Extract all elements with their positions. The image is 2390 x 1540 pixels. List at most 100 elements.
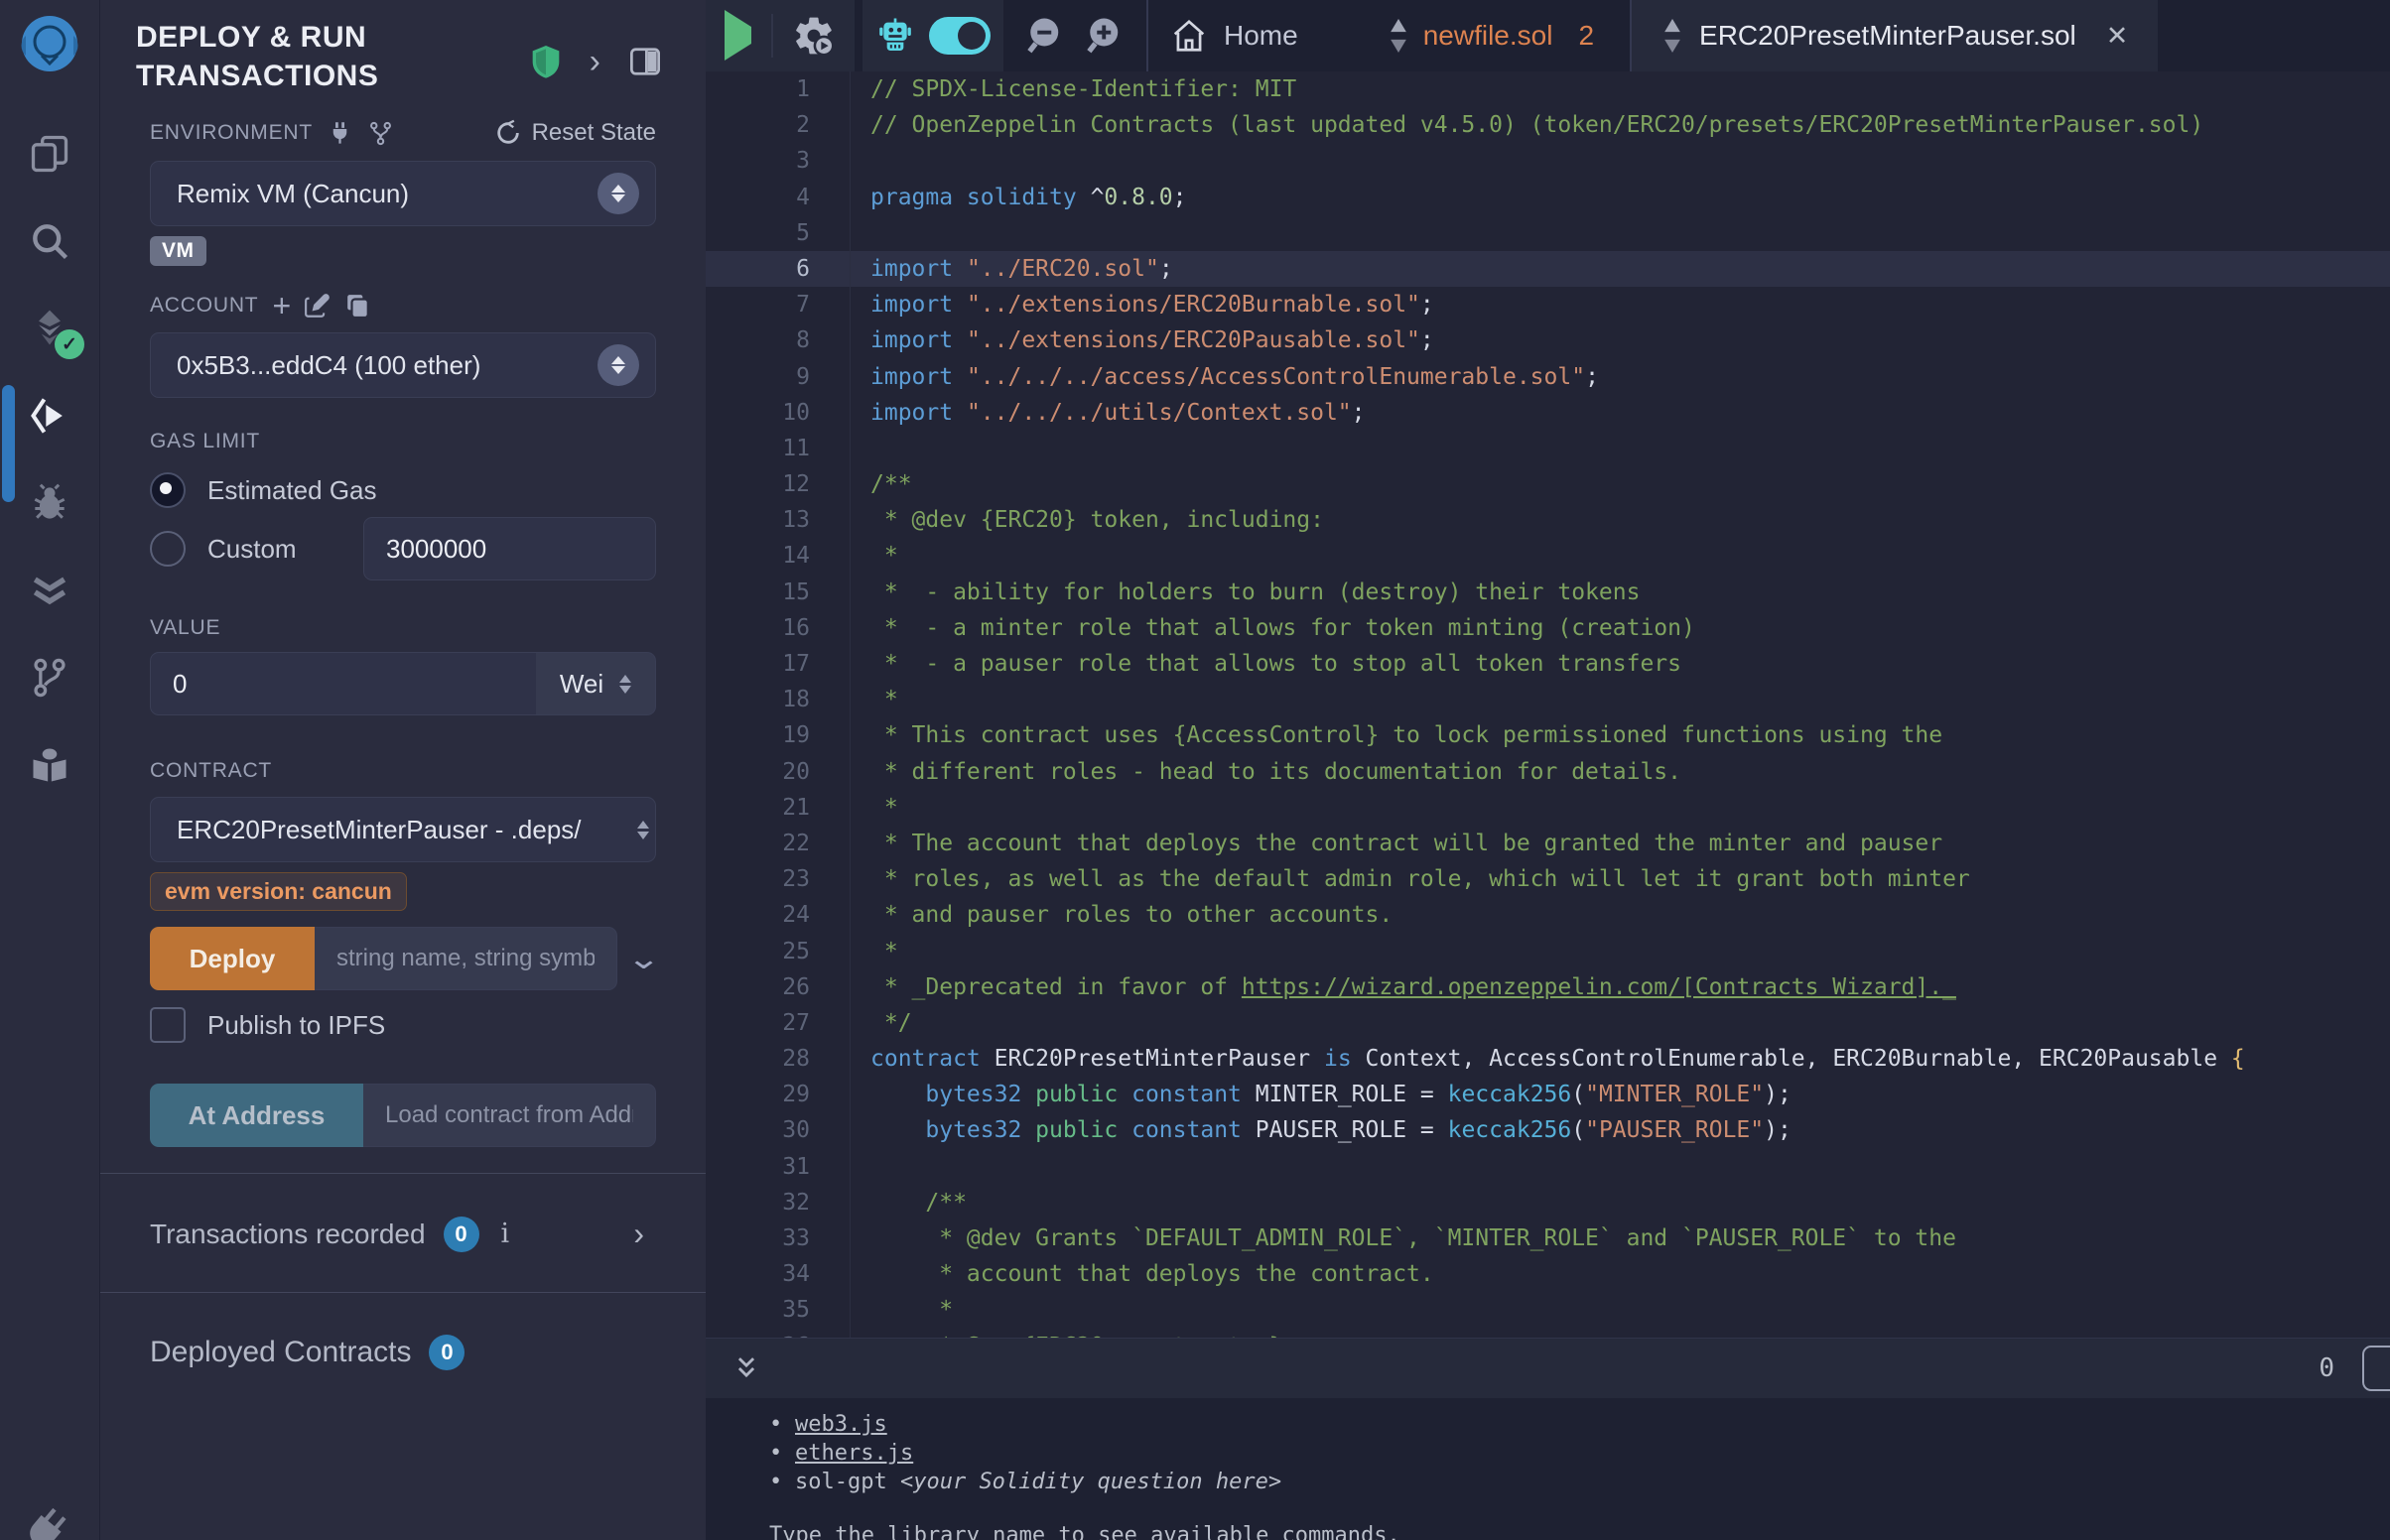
- code-line: bytes32 public constant PAUSER_ROLE = ke…: [851, 1112, 2390, 1148]
- ai-copilot-toggle[interactable]: [929, 17, 991, 55]
- deploy-and-run-icon[interactable]: [27, 393, 72, 439]
- terminal-search-box[interactable]: [2362, 1346, 2390, 1391]
- select-arrows-icon: [598, 173, 639, 214]
- select-arrows-icon: [637, 821, 649, 839]
- terminal-toolbar: 0: [706, 1338, 2390, 1398]
- expand-transactions-icon[interactable]: ›: [633, 1216, 644, 1252]
- code-lines: // SPDX-License-Identifier: MIT// OpenZe…: [850, 71, 2390, 1338]
- deploy-button[interactable]: Deploy: [150, 927, 315, 990]
- icon-rail: ✓: [0, 0, 100, 1540]
- deploy-run-panel: DEPLOY & RUN TRANSACTIONS › ENVIRONMENT: [100, 0, 706, 1540]
- code-line: * See {ERC20-constructor}.: [851, 1329, 2390, 1338]
- publish-ipfs-label: Publish to IPFS: [207, 1010, 385, 1041]
- tab-newfile[interactable]: newfile.sol 2: [1328, 19, 1630, 53]
- file-explorer-icon[interactable]: [27, 131, 72, 177]
- code-line: import "../extensions/ERC20Burnable.sol"…: [851, 287, 2390, 322]
- active-plugin-indicator: [2, 385, 15, 502]
- at-address-button[interactable]: At Address: [150, 1084, 363, 1147]
- code-line: import "../ERC20.sol";: [851, 251, 2390, 287]
- gas-limit-label: GAS LIMIT: [150, 430, 260, 453]
- info-icon[interactable]: i: [501, 1219, 510, 1249]
- tab-home[interactable]: Home: [1148, 17, 1328, 55]
- deployed-contracts-row: Deployed Contracts 0: [100, 1293, 706, 1410]
- value-unit-select[interactable]: Wei: [536, 652, 656, 715]
- search-icon[interactable]: [27, 218, 72, 264]
- code-line: * The account that deploys the contract …: [851, 826, 2390, 861]
- estimated-gas-label: Estimated Gas: [207, 475, 377, 506]
- run-script-icon[interactable]: [725, 27, 751, 45]
- compile-success-badge: ✓: [55, 329, 84, 359]
- terminal-line: •sol-gpt <your Solidity question here>: [769, 1468, 2390, 1496]
- custom-gas-input[interactable]: [363, 517, 656, 580]
- shield-icon[interactable]: [530, 44, 562, 79]
- tab-error-count: 2: [1578, 20, 1594, 52]
- custom-gas-label: Custom: [207, 534, 297, 565]
- plugin-connect-icon[interactable]: [20, 1504, 71, 1540]
- editor-tabbar: Home newfile.sol 2 ERC20PresetMinterPaus…: [706, 0, 2390, 71]
- code-line: * @dev {ERC20} token, including:: [851, 502, 2390, 538]
- contract-select[interactable]: ERC20PresetMinterPauser - .deps/: [150, 797, 656, 862]
- collapse-panel-icon[interactable]: ›: [590, 45, 600, 78]
- estimated-gas-radio[interactable]: [150, 472, 186, 508]
- code-line: contract ERC20PresetMinterPauser is Cont…: [851, 1041, 2390, 1077]
- plugin-manager-icon[interactable]: [27, 742, 72, 788]
- remix-ide: ✓: [0, 0, 2390, 1540]
- code-line: // OpenZeppelin Contracts (last updated …: [851, 107, 2390, 143]
- code-line: bytes32 public constant MINTER_ROLE = ke…: [851, 1077, 2390, 1112]
- environment-label: ENVIRONMENT: [150, 121, 313, 145]
- code-line: pragma solidity ^0.8.0;: [851, 180, 2390, 215]
- code-line: import "../extensions/ERC20Pausable.sol"…: [851, 322, 2390, 358]
- code-line: [851, 143, 2390, 179]
- code-line: [851, 1149, 2390, 1185]
- fork-environment-icon[interactable]: [367, 120, 394, 147]
- zoom-in-icon[interactable]: [1085, 15, 1127, 57]
- line-number-gutter: 1234567891011121314151617181920212223242…: [706, 71, 850, 1338]
- debugger-icon[interactable]: [27, 480, 72, 526]
- evm-version-badge: evm version: cancun: [150, 872, 407, 911]
- terminal-line: Type the library name to see available c…: [769, 1521, 2390, 1540]
- edit-account-icon[interactable]: [305, 292, 332, 319]
- code-line: * - a minter role that allows for token …: [851, 610, 2390, 646]
- constructor-args-input[interactable]: [315, 927, 617, 990]
- value-label: VALUE: [150, 616, 220, 640]
- unit-arrows-icon: [619, 675, 631, 694]
- run-settings-icon[interactable]: [792, 14, 836, 58]
- code-line: * account that deploys the contract.: [851, 1256, 2390, 1292]
- code-line: */: [851, 1005, 2390, 1041]
- zoom-out-icon[interactable]: [1025, 15, 1067, 57]
- add-account-icon[interactable]: +: [272, 296, 291, 316]
- account-select[interactable]: 0x5B3...eddC4 (100 ether): [150, 332, 656, 398]
- terminal-listen-count: 0: [2319, 1353, 2334, 1383]
- expand-terminal-icon[interactable]: [730, 1351, 763, 1385]
- code-line: *: [851, 538, 2390, 574]
- copy-account-icon[interactable]: [345, 293, 371, 319]
- custom-gas-radio[interactable]: [150, 531, 186, 567]
- close-tab-icon[interactable]: ✕: [2106, 21, 2129, 52]
- code-line: * roles, as well as the default admin ro…: [851, 861, 2390, 897]
- expand-constructor-icon[interactable]: ⌄: [626, 942, 661, 976]
- code-editor[interactable]: 1234567891011121314151617181920212223242…: [706, 71, 2390, 1338]
- code-line: // SPDX-License-Identifier: MIT: [851, 71, 2390, 107]
- value-input[interactable]: [150, 652, 536, 715]
- ai-copilot-icon[interactable]: [875, 16, 915, 56]
- code-line: * and pauser roles to other accounts.: [851, 897, 2390, 933]
- transactions-recorded-row[interactable]: Transactions recorded 0 i ›: [100, 1174, 706, 1292]
- environment-select[interactable]: Remix VM (Cancun): [150, 161, 656, 226]
- editor-area: Home newfile.sol 2 ERC20PresetMinterPaus…: [706, 0, 2390, 1540]
- reset-state-button[interactable]: Reset State: [494, 119, 656, 147]
- unit-testing-icon[interactable]: [27, 568, 72, 613]
- terminal-link-line[interactable]: •web3.js: [769, 1410, 2390, 1439]
- deployed-count-badge: 0: [429, 1335, 465, 1370]
- git-icon[interactable]: [27, 655, 72, 701]
- at-address-input[interactable]: [363, 1084, 656, 1147]
- terminal-link-line[interactable]: •ethers.js: [769, 1439, 2390, 1468]
- transactions-recorded-label: Transactions recorded: [150, 1219, 426, 1250]
- code-line: * This contract uses {AccessControl} to …: [851, 717, 2390, 753]
- split-view-icon[interactable]: [628, 47, 662, 76]
- plug-icon[interactable]: [327, 120, 353, 147]
- code-line: *: [851, 1292, 2390, 1328]
- remix-logo-icon[interactable]: [16, 12, 83, 89]
- publish-ipfs-checkbox[interactable]: [150, 1007, 186, 1043]
- tab-active-file[interactable]: ERC20PresetMinterPauser.sol ✕: [1632, 0, 2158, 71]
- solidity-compiler-icon[interactable]: ✓: [27, 306, 72, 351]
